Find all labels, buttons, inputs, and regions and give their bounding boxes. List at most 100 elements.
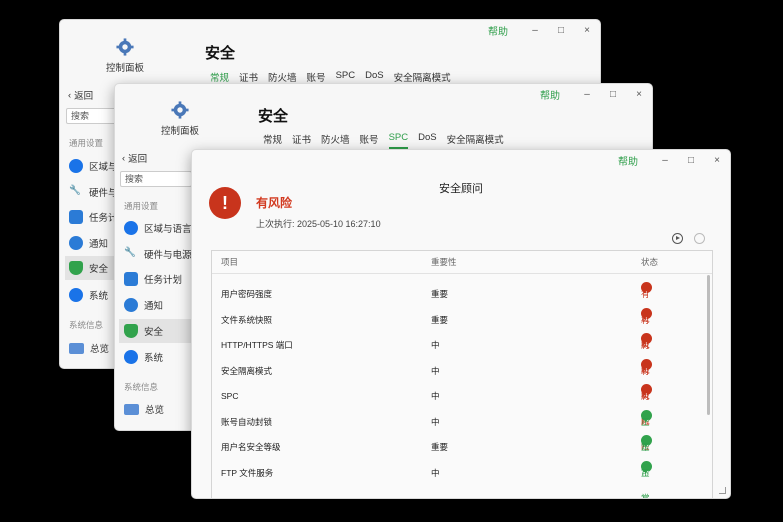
title-bar: 帮助 – □ × <box>488 20 600 40</box>
system-icon <box>69 288 83 302</box>
row-importance: 中 <box>431 467 440 478</box>
row-importance: 中 <box>431 365 440 376</box>
gear-icon <box>116 38 134 56</box>
resize-handle[interactable] <box>719 487 726 494</box>
close-icon[interactable]: × <box>626 89 652 100</box>
monitor-icon <box>124 403 139 415</box>
row-item: 安全隔离模式 <box>221 365 273 376</box>
control-panel-header[interactable]: 控制面板 <box>80 38 170 74</box>
table-row[interactable]: FTP 文件服务中 ✓ 正常 <box>212 460 712 498</box>
section-info-label: 系统信息 <box>124 382 159 392</box>
tab-bar: 常规 证书 防火墙 账号 SPC DoS 安全隔离模式 <box>263 132 504 149</box>
risk-status-title: 有风险 <box>256 196 293 210</box>
sidebar-item-overview[interactable]: 总览 <box>124 397 164 421</box>
row-item: 账号自动封锁 <box>221 416 273 427</box>
message-icon <box>124 298 138 312</box>
play-icon[interactable] <box>672 233 683 244</box>
section-info-label: 系统信息 <box>69 320 104 330</box>
search-input[interactable]: 搜索 <box>120 171 192 187</box>
tools-icon: 🔧 <box>124 247 136 258</box>
chevron-left-icon: ‹ <box>68 89 72 101</box>
risk-warning-icon: ! <box>209 187 241 219</box>
maximize-icon[interactable]: □ <box>678 155 704 166</box>
sidebar-item-notify[interactable]: 通知 <box>124 293 163 317</box>
sidebar-item-system[interactable]: 系统 <box>69 283 108 307</box>
sidebar-item-region[interactable]: 区域与 <box>69 154 118 178</box>
sidebar-item-task[interactable]: 任务计划 <box>124 267 182 291</box>
security-advisor-window: 帮助 – □ × 安全顾问 ! 有风险 上次执行: 2025-05-10 16:… <box>191 149 731 499</box>
table-row[interactable]: 用户名安全等级 重要 ✓ 正常 <box>212 435 712 477</box>
advisor-table: 项目 重要性 状态 用户密码强度 重要! 有风险 文件系统快照 重要! 有风险 HTTP/H… <box>211 250 713 498</box>
shield-icon <box>124 324 138 338</box>
row-importance: 中 <box>431 340 440 350</box>
close-icon[interactable]: × <box>704 155 730 166</box>
table-row[interactable]: 用户密码强度 重要! 有风险 <box>212 282 712 349</box>
table-row[interactable]: 文件系统快照 重要! 有风险 <box>212 307 712 375</box>
sidebar-item-notify[interactable]: 通知 <box>69 231 108 255</box>
sidebar-item-label: 任务计划 <box>144 275 183 286</box>
row-item: SPC <box>221 391 239 401</box>
section-general-label: 通用设置 <box>69 138 104 148</box>
tab-isolation[interactable]: 安全隔离模式 <box>447 132 504 149</box>
globe-icon <box>124 221 138 235</box>
maximize-icon[interactable]: □ <box>600 89 626 100</box>
row-importance: 中 <box>431 416 440 427</box>
shield-icon <box>69 261 83 275</box>
sidebar-item-label: 系统 <box>89 291 109 302</box>
scrollbar[interactable] <box>707 275 710 415</box>
row-item: HTTP/HTTPS 端口 <box>221 340 293 350</box>
row-importance: 重要 <box>431 314 449 325</box>
sidebar-item-security[interactable]: 安全 <box>65 256 121 280</box>
control-panel-title: 控制面板 <box>160 126 199 137</box>
settings-icon[interactable] <box>694 233 705 244</box>
row-item: 用户名安全等级 <box>221 442 281 452</box>
last-run-time: 上次执行: 2025-05-10 16:27:10 <box>256 219 381 229</box>
tab-account[interactable]: 账号 <box>360 132 379 149</box>
sidebar-item-label: 系统 <box>144 353 164 364</box>
sidebar-item-label: 通知 <box>89 239 109 250</box>
col-importance[interactable]: 重要性 <box>431 251 457 273</box>
tab-dos[interactable]: DoS <box>418 132 436 149</box>
col-item[interactable]: 项目 <box>221 251 238 273</box>
sidebar-item-security[interactable]: 安全 <box>119 319 196 343</box>
sidebar-item-overview[interactable]: 总览 <box>69 336 109 360</box>
row-item: FTP 文件服务 <box>221 467 274 478</box>
help-link[interactable]: 帮助 <box>540 87 560 102</box>
sidebar-item-label: 通知 <box>144 301 164 312</box>
minimize-icon[interactable]: – <box>574 89 600 100</box>
tab-spc[interactable]: SPC <box>388 132 409 149</box>
help-link[interactable]: 帮助 <box>488 23 508 38</box>
table-row[interactable]: HTTP/HTTPS 端口中! 有风险 <box>212 333 712 400</box>
help-link[interactable]: 帮助 <box>618 153 638 168</box>
tab-general[interactable]: 常规 <box>263 132 282 149</box>
back-button[interactable]: ‹ 返回 <box>122 151 147 166</box>
task-icon <box>69 210 83 224</box>
sidebar-item-hardware[interactable]: 🔧 硬件与 <box>69 180 118 204</box>
col-status[interactable]: 状态 <box>641 251 658 273</box>
sidebar-item-label: 总览 <box>145 405 165 416</box>
back-label: 返回 <box>74 91 94 102</box>
table-row[interactable]: 账号自动封锁中 ✓ 正常 <box>212 409 712 452</box>
sidebar-item-label: 硬件与电源 <box>144 250 192 261</box>
row-item: 文件系统快照 <box>221 314 273 325</box>
tab-certificate[interactable]: 证书 <box>292 132 311 149</box>
sidebar-item-task[interactable]: 任务计 <box>69 205 118 229</box>
maximize-icon[interactable]: □ <box>548 25 574 36</box>
minimize-icon[interactable]: – <box>652 155 678 166</box>
page-title: 安全 <box>205 45 236 62</box>
control-panel-header[interactable]: 控制面板 <box>135 101 225 137</box>
sidebar-item-region[interactable]: 区域与语言 <box>124 216 192 240</box>
table-header: 项目 重要性 状态 <box>212 251 712 274</box>
back-button[interactable]: ‹ 返回 <box>68 88 94 103</box>
sidebar-item-system[interactable]: 系统 <box>124 345 163 369</box>
close-icon[interactable]: × <box>574 25 600 36</box>
table-row[interactable]: SPC 中! 有风险 <box>212 384 712 451</box>
minimize-icon[interactable]: – <box>522 25 548 36</box>
sidebar-item-hardware[interactable]: 🔧 硬件与电源 <box>124 242 192 266</box>
table-row[interactable]: 安全隔离模式中!有风险 <box>212 358 712 426</box>
gear-icon <box>171 101 189 119</box>
tab-firewall[interactable]: 防火墙 <box>321 132 350 149</box>
globe-icon <box>69 159 83 173</box>
section-general-label: 通用设置 <box>124 201 159 211</box>
sidebar-item-label: 总览 <box>90 344 110 355</box>
